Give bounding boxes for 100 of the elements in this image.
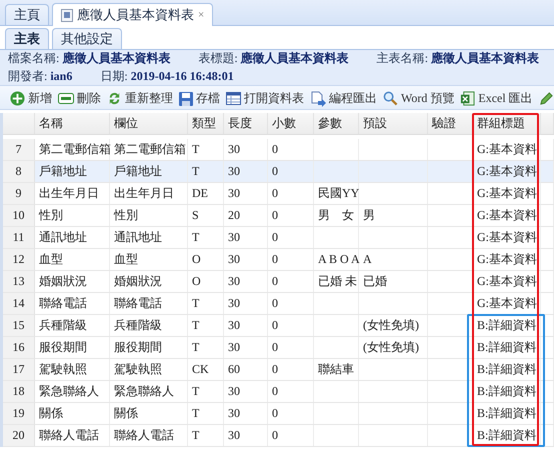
column-header[interactable]: 欄位 [110, 113, 188, 134]
table-cell: 戶籍地址 [35, 161, 110, 182]
table-row[interactable]: 18 緊急聯絡人 緊急聯絡人 T 30 0 B:詳細資料 [3, 381, 554, 403]
table-cell: A B O A [314, 249, 359, 270]
table-cell: 聯結車 [314, 359, 359, 380]
info-text: 檔案名稱: 應徵人員基本資料表 [8, 50, 170, 67]
table-cell: 30 [224, 161, 268, 182]
table-cell: 0 [268, 381, 314, 402]
table-cell: 20 [224, 205, 268, 226]
table-cell: T [188, 337, 224, 358]
row-number: 12 [3, 249, 35, 270]
table-cell: T [188, 381, 224, 402]
toolbar-button[interactable]: 刪除 [58, 90, 101, 107]
plus-icon [10, 91, 25, 106]
column-header[interactable]: 小數 [268, 113, 314, 134]
column-header[interactable]: 參數 [314, 113, 359, 134]
table-cell: G:基本資料 [473, 139, 541, 160]
table-cell: 性別 [35, 205, 110, 226]
sub-tab[interactable]: 主表 [5, 28, 49, 49]
table-cell: B:詳細資料 [473, 359, 541, 380]
table-row[interactable]: 20 聯絡人電話 聯絡人電話 T 30 0 B:詳細資料 [3, 425, 554, 447]
toolbar-button[interactable]: 存檔 [179, 90, 220, 107]
table-cell: 婚姻狀況 [35, 271, 110, 292]
table-cell: 婚姻狀況 [110, 271, 188, 292]
table-cell: A [359, 249, 428, 270]
table-cell: (女性免填) [359, 315, 428, 336]
row-number: 17 [3, 359, 35, 380]
toolbar-button[interactable]: Excel 匯出 [460, 90, 533, 107]
toolbar-button[interactable]: 編程匯出 [310, 90, 377, 107]
toolbar-button[interactable]: Word 預覽 [383, 90, 454, 107]
row-number: 19 [3, 403, 35, 424]
table-cell: 已婚 未 [314, 271, 359, 292]
table-cell: G:基本資料 [473, 183, 541, 204]
table-cell: 第二電郵信箱 [35, 139, 110, 160]
toolbar-button[interactable]: 新增 [10, 90, 52, 107]
minus-icon [58, 93, 74, 104]
table-cell: DE [188, 183, 224, 204]
table-cell: 30 [224, 381, 268, 402]
table-row[interactable]: 8 戶籍地址 戶籍地址 T 30 0 G:基本資料 [3, 161, 554, 183]
table-cell: 0 [268, 315, 314, 336]
table-row[interactable]: 12 血型 血型 O 30 0 A B O A A G:基本資料 [3, 249, 554, 271]
table-cell: G:基本資料 [473, 293, 541, 314]
row-number: 18 [3, 381, 35, 402]
table-row[interactable]: 17 駕駛執照 駕駛執照 CK 60 0 聯結車 B:詳細資料 [3, 359, 554, 381]
close-icon[interactable]: × [198, 9, 204, 21]
table-row[interactable]: 19 關係 關係 T 30 0 B:詳細資料 [3, 403, 554, 425]
table-cell: 30 [224, 227, 268, 248]
column-header[interactable]: 預設 [359, 113, 428, 134]
table-cell: 聯絡人電話 [110, 425, 188, 446]
info-text: 主表名稱: 應徵人員基本資料表 [376, 50, 540, 67]
table-cell: 關係 [110, 403, 188, 424]
column-header[interactable]: 驗證 [428, 113, 473, 134]
toolbar-button[interactable] [538, 91, 554, 106]
table-cell: 30 [224, 293, 268, 314]
table-row[interactable]: 7 第二電郵信箱 第二電郵信箱 T 30 0 G:基本資料 [3, 139, 554, 161]
table-cell: O [188, 249, 224, 270]
table-cell: 第二電郵信箱 [110, 139, 188, 160]
toolbar-button[interactable]: 重新整理 [107, 90, 173, 107]
table-row[interactable]: 16 服役期間 服役期間 T 30 0 (女性免填) B:詳細資料 [3, 337, 554, 359]
column-header[interactable]: 名稱 [35, 113, 110, 134]
table-cell: 兵種階級 [35, 315, 110, 336]
row-number: 14 [3, 293, 35, 314]
table-cell: (女性免填) [359, 337, 428, 358]
table-cell: 30 [224, 271, 268, 292]
column-header[interactable]: 長度 [224, 113, 268, 134]
spreadsheet-icon [460, 91, 476, 106]
page-tab[interactable]: 主頁 [5, 4, 49, 25]
info-text: 開發者: ian6 [8, 68, 72, 85]
pencil-icon [538, 91, 554, 106]
table-cell: T [188, 403, 224, 424]
table-row[interactable]: 10 性別 性別 S 20 0 男 女 男 G:基本資料 [3, 205, 554, 227]
table-cell: 緊急聯絡人 [35, 381, 110, 402]
column-header[interactable]: 群組標題 [473, 113, 541, 134]
table-cell: 0 [268, 205, 314, 226]
table-row[interactable]: 11 通訊地址 通訊地址 T 30 0 G:基本資料 [3, 227, 554, 249]
table-cell: 0 [268, 403, 314, 424]
table-cell: 兵種階級 [110, 315, 188, 336]
table-cell: 0 [268, 139, 314, 160]
table-row[interactable]: 15 兵種階級 兵種階級 T 30 0 (女性免填) B:詳細資料 [3, 315, 554, 337]
toolbar-button[interactable]: 打開資料表 [226, 90, 304, 107]
table-row[interactable]: 9 出生年月日 出生年月日 DE 30 0 民國YY G:基本資料 [3, 183, 554, 205]
column-header[interactable]: 類型 [188, 113, 224, 134]
table-cell: CK [188, 359, 224, 380]
table-cell: T [188, 293, 224, 314]
table-row[interactable]: 14 聯絡電話 聯絡電話 T 30 0 G:基本資料 [3, 293, 554, 315]
table-row[interactable]: 13 婚姻狀況 婚姻狀況 O 30 0 已婚 未 已婚 G:基本資料 [3, 271, 554, 293]
table-cell: B:詳細資料 [473, 337, 541, 358]
table-cell: B:詳細資料 [473, 381, 541, 402]
table-cell: G:基本資料 [473, 249, 541, 270]
table-cell: 30 [224, 183, 268, 204]
row-number: 15 [3, 315, 35, 336]
row-number: 9 [3, 183, 35, 204]
page-tab[interactable]: 應徵人員基本資料表 × [52, 3, 214, 26]
sub-tab[interactable]: 其他設定 [52, 28, 122, 49]
table-cell: T [188, 161, 224, 182]
table-cell: B:詳細資料 [473, 315, 541, 336]
table-cell: T [188, 315, 224, 336]
row-number: 13 [3, 271, 35, 292]
table-cell: 已婚 [359, 271, 428, 292]
table-cell: B:詳細資料 [473, 425, 541, 446]
